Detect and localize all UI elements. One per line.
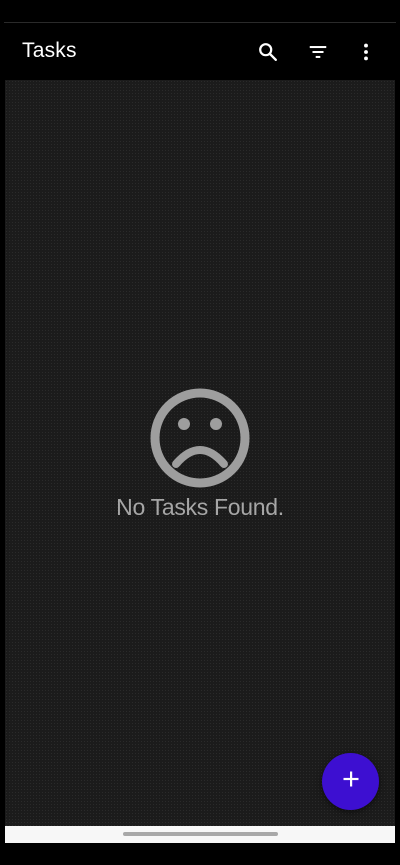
task-list-area: No Tasks Found. <box>5 80 395 826</box>
filter-button[interactable] <box>302 36 334 68</box>
sad-face-icon <box>148 386 252 490</box>
more-options-button[interactable] <box>350 36 382 68</box>
app-bar: Tasks <box>0 24 400 80</box>
status-bar <box>0 0 400 24</box>
home-gesture-handle[interactable] <box>123 832 278 836</box>
status-divider <box>4 22 396 23</box>
add-task-button[interactable] <box>322 753 379 810</box>
bottom-inset <box>0 843 400 865</box>
empty-message: No Tasks Found. <box>116 494 284 520</box>
page-title: Tasks <box>22 39 77 62</box>
filter-icon <box>307 41 329 63</box>
plus-icon <box>341 769 361 794</box>
navigation-bar <box>5 826 395 843</box>
search-button[interactable] <box>252 36 284 68</box>
empty-state: No Tasks Found. <box>5 386 395 521</box>
more-vert-icon <box>355 41 377 63</box>
search-icon <box>257 41 279 63</box>
